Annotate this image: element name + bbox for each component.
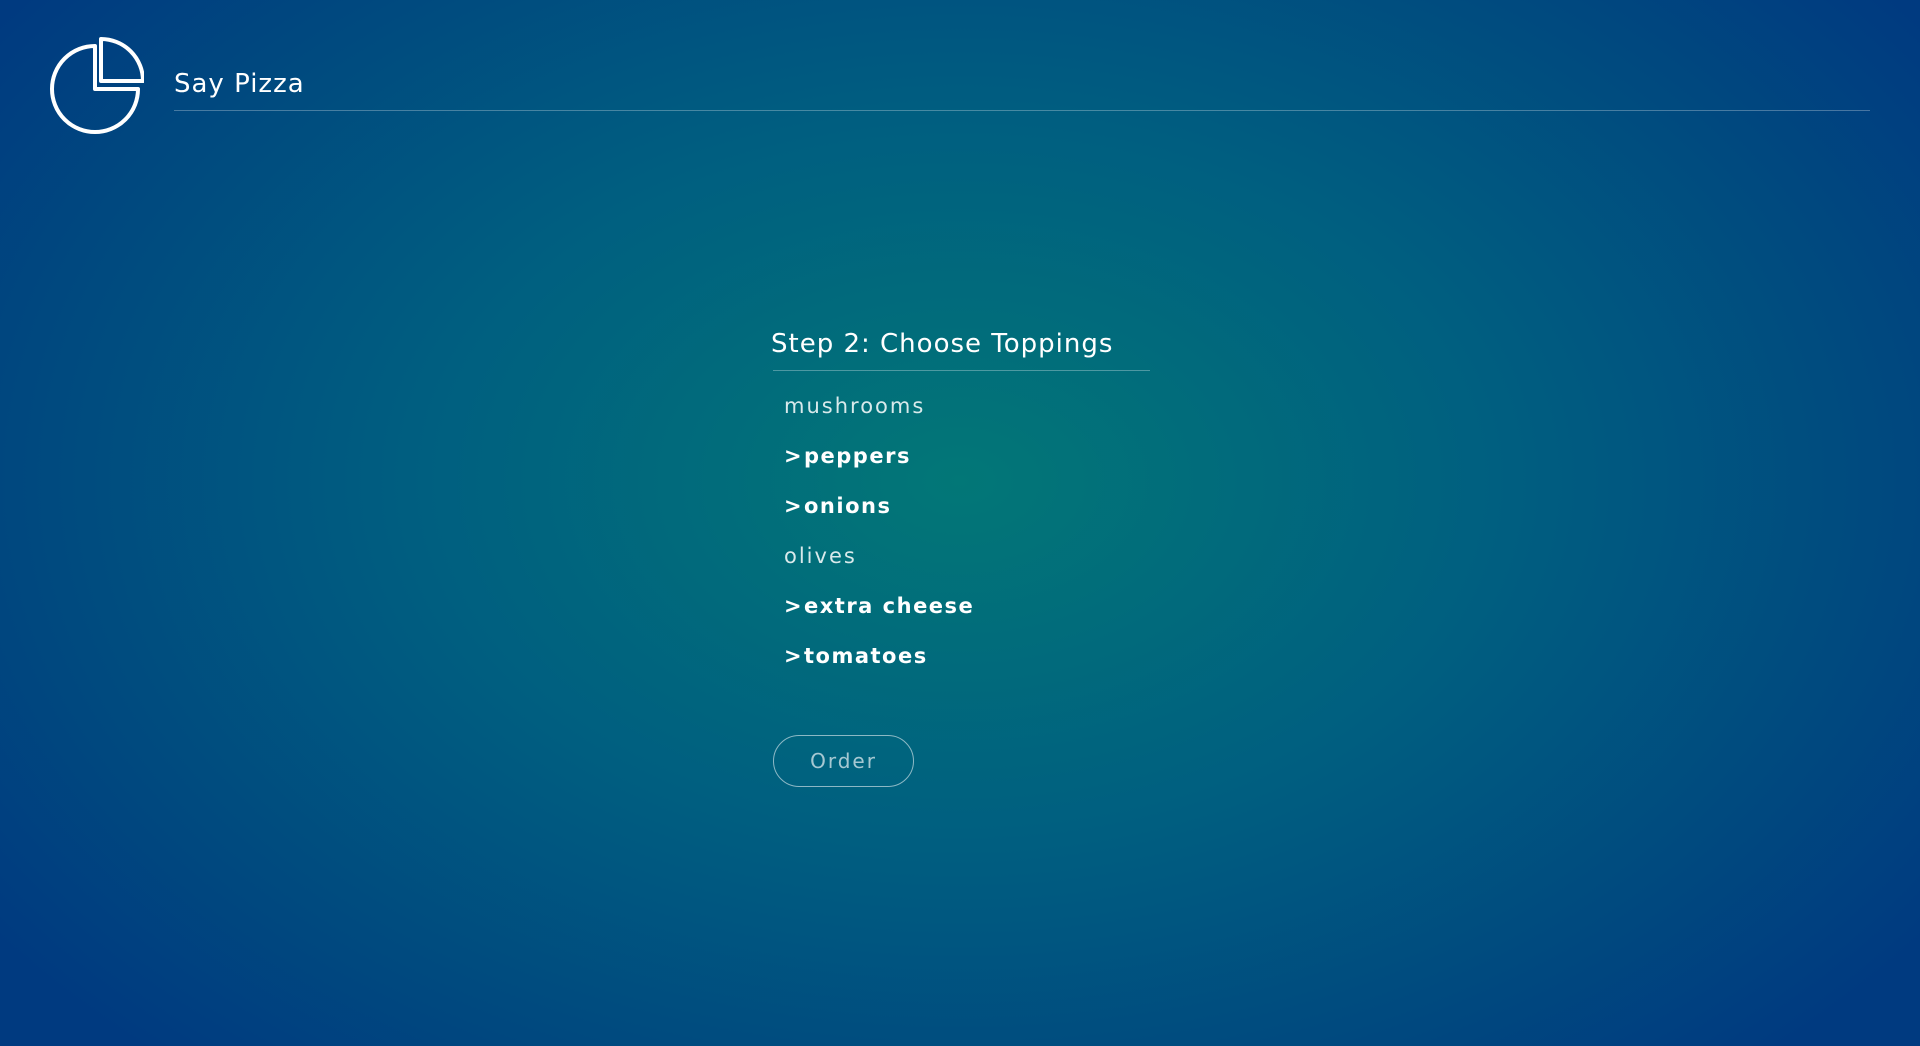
topping-item-onions[interactable]: >onions <box>771 481 1151 531</box>
order-button[interactable]: Order <box>773 735 914 787</box>
header-divider <box>174 110 1870 111</box>
selected-marker: > <box>784 594 804 618</box>
topping-label: tomatoes <box>804 644 928 668</box>
topping-label: peppers <box>804 444 911 468</box>
topping-item-extra-cheese[interactable]: >extra cheese <box>771 581 1151 631</box>
topping-label: olives <box>784 544 857 568</box>
topping-label: onions <box>804 494 892 518</box>
topping-label: mushrooms <box>784 394 926 418</box>
selected-marker: > <box>784 444 804 468</box>
step-divider <box>773 370 1150 371</box>
step-title: Step 2: Choose Toppings <box>771 329 1114 359</box>
topping-item-tomatoes[interactable]: >tomatoes <box>771 631 1151 681</box>
topping-item-mushrooms[interactable]: mushrooms <box>771 381 1151 431</box>
selected-marker: > <box>784 494 804 518</box>
topping-label: extra cheese <box>804 594 975 618</box>
toppings-list: mushrooms >peppers >onions olives >extra… <box>771 381 1151 681</box>
pie-chart-icon <box>46 36 144 134</box>
selected-marker: > <box>784 644 804 668</box>
toppings-panel: Step 2: Choose Toppings mushrooms >peppe… <box>771 320 1151 681</box>
topping-item-olives[interactable]: olives <box>771 531 1151 581</box>
topping-item-peppers[interactable]: >peppers <box>771 431 1151 481</box>
app-header: Say Pizza <box>0 0 1920 140</box>
app-title: Say Pizza <box>174 69 305 99</box>
